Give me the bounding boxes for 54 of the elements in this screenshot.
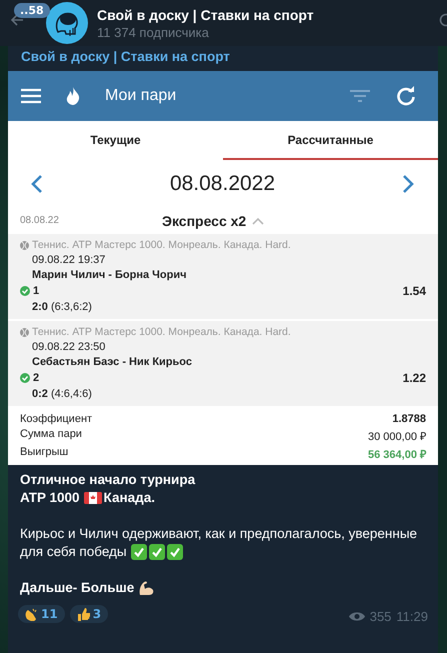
- selected-date: 08.08.2022: [170, 172, 276, 196]
- match-score: 0:2: [32, 388, 48, 400]
- bet-pick: 2: [33, 372, 40, 384]
- subscriber-count: 11 374 подписчика: [97, 24, 210, 40]
- flame-icon[interactable]: [66, 87, 80, 105]
- summary-label: Коэффициент: [20, 413, 92, 425]
- unread-badge: ..58: [14, 3, 50, 18]
- reaction-button[interactable]: 11: [18, 604, 65, 622]
- message-text: Канада.: [104, 489, 155, 507]
- summary-label: Выигрыш: [20, 446, 68, 460]
- summary-label: Сумма пари: [20, 428, 82, 442]
- message-text: Дальше- Больше: [20, 579, 134, 597]
- tennis-ball-icon: [20, 328, 29, 336]
- bet-pick: 1: [33, 285, 40, 297]
- check-mark-icon: [130, 544, 147, 560]
- back-arrow-icon[interactable]: [10, 13, 24, 27]
- match-name: Себастьян Баэс - Ник Кирьос: [31, 356, 193, 368]
- refresh-icon[interactable]: [396, 86, 416, 106]
- check-mark-icon: [166, 544, 183, 560]
- bet-odds: 1.22: [402, 371, 426, 385]
- flexed-arm-icon: [138, 580, 154, 596]
- channel-title: Свой в доску | Ставки на спорт: [97, 6, 314, 22]
- match-name: Марин Чилич - Борна Чорич: [31, 269, 188, 281]
- thumbs-up-icon: [76, 606, 90, 620]
- chevron-right-icon[interactable]: [402, 174, 414, 194]
- view-count: 355: [370, 609, 392, 624]
- set-scores: (4:6,4:6): [50, 388, 92, 400]
- bet-date: 08.08.22: [20, 215, 60, 226]
- chevron-left-icon[interactable]: [31, 174, 43, 194]
- message-text: ATP 1000: [20, 489, 80, 507]
- match-score: 2:0: [32, 301, 48, 313]
- message-text: Отличное начало турнира: [20, 471, 196, 489]
- flag-icon: [84, 492, 102, 504]
- summary-value: 30 000,00 ₽: [368, 430, 426, 443]
- bet-type: Экспресс x2: [162, 212, 246, 228]
- refresh-icon: [397, 86, 415, 106]
- screen-title: Мои пари: [105, 87, 178, 105]
- league-name: Теннис. ATP Мастерс 1000. Монреаль. Канада. Hard.: [32, 239, 291, 251]
- channel-name-link[interactable]: Свой в доску | Ставки на спорт: [8, 46, 438, 68]
- eye-icon: [348, 611, 365, 622]
- post-time: 11:29: [396, 609, 428, 624]
- menu-icon[interactable]: [21, 88, 41, 104]
- event-time: 09.08.22 19:37: [31, 254, 106, 266]
- reaction-button[interactable]: 3: [70, 604, 108, 622]
- summary-value: 56 364,00 ₽: [368, 448, 426, 461]
- bet-odds: 1.54: [402, 284, 426, 298]
- message-text: для себя победы: [20, 543, 127, 561]
- set-scores: (6:3,6:2): [50, 301, 92, 313]
- event-time: 09.08.22 23:50: [31, 341, 106, 353]
- tennis-ball-icon: [20, 240, 29, 250]
- summary-value: 1.8788: [392, 413, 426, 425]
- message-text: Кирьос и Чилич одерживают, как и предполагалось, уверенные: [20, 525, 418, 543]
- league-name: Теннис. ATP Мастерс 1000. Монреаль. Канада. Hard.: [32, 326, 291, 338]
- check-mark-icon: [148, 544, 165, 560]
